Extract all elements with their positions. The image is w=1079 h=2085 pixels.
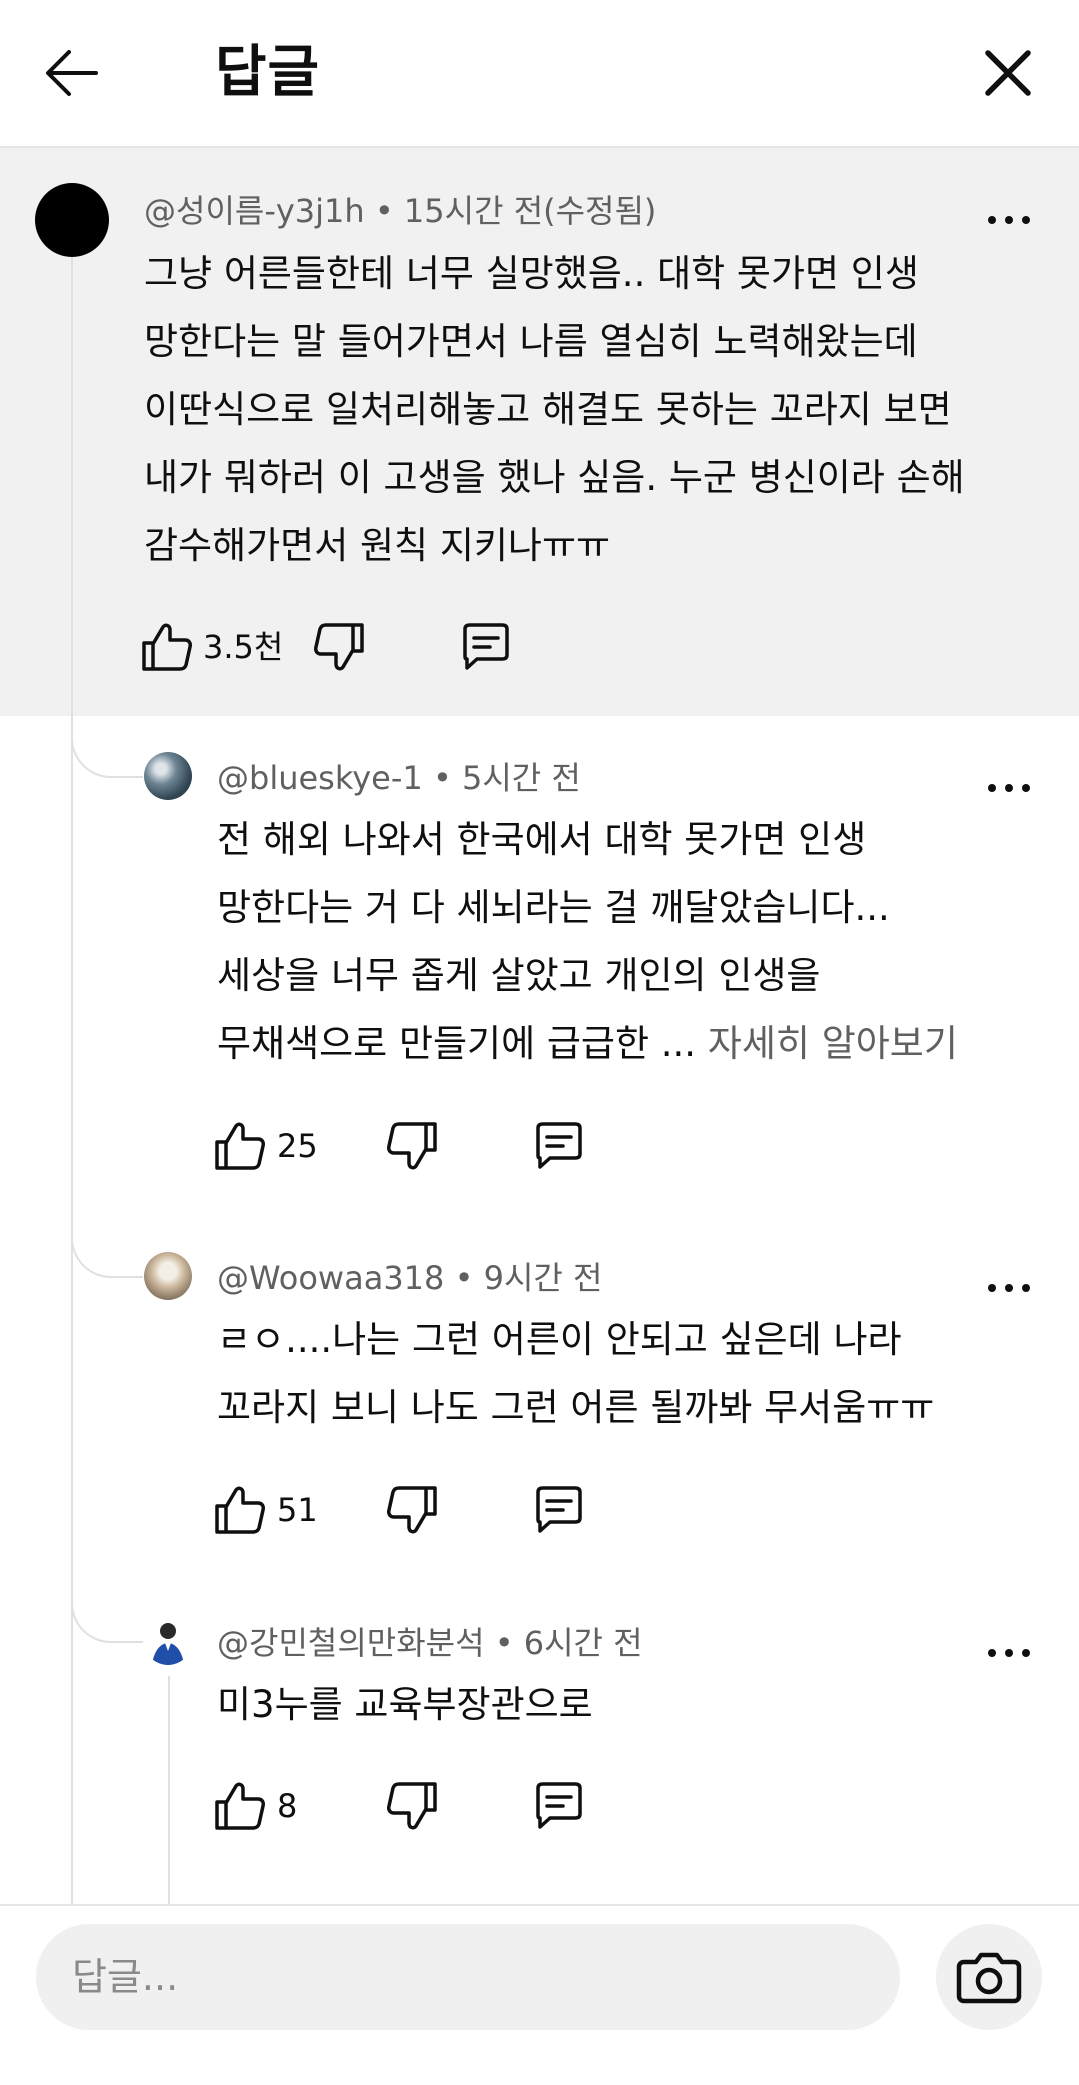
comment-author[interactable]: @성이름-y3j1h	[144, 192, 365, 230]
comment-author[interactable]: @강민철의만화분석	[217, 1624, 485, 1662]
like-button[interactable]	[213, 1780, 267, 1832]
comment-icon	[536, 1122, 582, 1169]
back-button[interactable]	[40, 40, 106, 106]
meta-separator: •	[454, 1259, 474, 1297]
page-title: 답글	[215, 40, 321, 105]
like-count: 25	[277, 1127, 318, 1165]
reply-button[interactable]	[459, 621, 513, 673]
reply-button[interactable]	[532, 1780, 586, 1832]
comment-time: 15시간 전(수정됨)	[403, 192, 657, 230]
comment-text: ㄹㅇ....나는 그런 어른이 안되고 싶은데 나라 꼬라지 보니 나도 그런 …	[217, 1318, 935, 1429]
comment-meta: @blueskye-1 • 5시간 전	[217, 756, 581, 800]
thread-connector	[71, 736, 143, 778]
thread-line	[71, 257, 73, 1904]
comment-icon	[536, 1486, 582, 1533]
thumb-up-icon	[215, 1782, 265, 1830]
reply-button[interactable]	[532, 1120, 586, 1172]
meta-separator: •	[432, 759, 452, 797]
avatar[interactable]	[144, 1252, 192, 1300]
like-button[interactable]	[213, 1484, 267, 1536]
comment-time: 6시간 전	[523, 1624, 643, 1662]
thumb-down-icon	[387, 1782, 437, 1830]
thread-line	[168, 1676, 170, 1904]
like-button[interactable]	[140, 621, 194, 673]
more-button[interactable]	[984, 1266, 1034, 1310]
avatar[interactable]	[144, 1617, 192, 1665]
header: 답글	[0, 0, 1079, 148]
like-count: 51	[277, 1491, 318, 1529]
comment-icon	[536, 1782, 582, 1829]
comment-text: 미3누를 교육부장관으로	[217, 1683, 593, 1726]
meta-separator: •	[374, 192, 394, 230]
more-button[interactable]	[984, 1631, 1034, 1675]
avatar[interactable]	[35, 183, 109, 257]
thread-connector	[71, 1601, 143, 1643]
thumb-up-icon	[142, 623, 192, 671]
thumb-up-icon	[215, 1486, 265, 1534]
like-button[interactable]	[213, 1120, 267, 1172]
more-button[interactable]	[984, 198, 1034, 242]
camera-icon	[956, 1952, 1022, 2004]
close-button[interactable]	[975, 40, 1041, 106]
dislike-button[interactable]	[312, 621, 366, 673]
thread-connector	[71, 1236, 143, 1278]
comment-meta: @성이름-y3j1h • 15시간 전(수정됨)	[144, 189, 656, 233]
comment-meta: @강민철의만화분석 • 6시간 전	[217, 1621, 643, 1665]
comment-time: 5시간 전	[461, 759, 581, 797]
comment-text: 그냥 어른들한테 너무 실망했음.. 대학 못가면 인생 망한다는 말 들어가면…	[144, 252, 965, 567]
read-more-link[interactable]: 자세히 알아보기	[708, 1022, 958, 1065]
dislike-button[interactable]	[385, 1780, 439, 1832]
avatar[interactable]	[144, 752, 192, 800]
avatar-illustration	[152, 1623, 184, 1665]
dislike-button[interactable]	[385, 1484, 439, 1536]
arrow-left-icon	[46, 50, 98, 96]
like-count: 8	[277, 1787, 298, 1825]
reply-button[interactable]	[532, 1484, 586, 1536]
comment-author[interactable]: @Woowaa318	[217, 1259, 444, 1297]
thumb-down-icon	[314, 623, 364, 671]
comment-icon	[463, 623, 509, 670]
more-button[interactable]	[984, 766, 1034, 810]
comment-author[interactable]: @blueskye-1	[217, 759, 423, 797]
thumb-up-icon	[215, 1122, 265, 1170]
meta-separator: •	[494, 1624, 514, 1662]
thumb-down-icon	[387, 1486, 437, 1534]
close-icon	[985, 50, 1031, 96]
comment-text: 전 해외 나와서 한국에서 대학 못가면 인생 망한다는 거 다 세뇌라는 걸 …	[217, 806, 1047, 1078]
reply-input[interactable]	[36, 1924, 900, 2030]
thumb-down-icon	[387, 1122, 437, 1170]
comment-meta: @Woowaa318 • 9시간 전	[217, 1256, 602, 1300]
like-count: 3.5천	[203, 628, 284, 666]
comment-time: 9시간 전	[483, 1259, 603, 1297]
camera-button[interactable]	[936, 1924, 1042, 2030]
dislike-button[interactable]	[385, 1120, 439, 1172]
